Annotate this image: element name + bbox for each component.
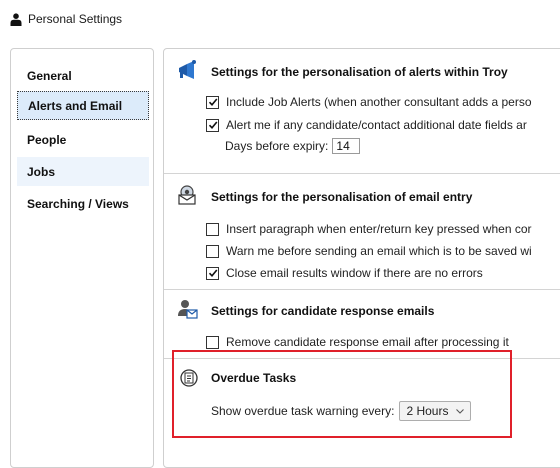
settings-nav: General Alerts and Email People Jobs Sea… xyxy=(10,48,154,468)
days-before-expiry-input[interactable] xyxy=(332,138,361,154)
alert-date-fields-checkbox[interactable] xyxy=(206,118,219,132)
close-results-window-option[interactable]: Close email results window if there are … xyxy=(206,265,483,281)
checkmark-icon xyxy=(208,98,217,107)
nav-item-people[interactable]: People xyxy=(17,125,149,154)
nav-item-searching-views[interactable]: Searching / Views xyxy=(17,189,149,218)
nav-item-label: People xyxy=(27,132,67,147)
nav-item-label: General xyxy=(27,68,72,83)
nav-item-general[interactable]: General xyxy=(17,61,149,90)
days-before-expiry-label: Days before expiry: xyxy=(225,139,329,153)
window-title-bar: Personal Settings xyxy=(10,11,122,27)
nav-item-label: Alerts and Email xyxy=(28,98,123,113)
include-job-alerts-option[interactable]: Include Job Alerts (when another consult… xyxy=(206,94,532,110)
overdue-warning-label: Show overdue task warning every: xyxy=(211,404,395,418)
overdue-warning-row: Show overdue task warning every: 2 Hours xyxy=(211,401,472,421)
overdue-task-icon xyxy=(180,369,198,387)
overdue-section-title: Overdue Tasks xyxy=(211,371,297,385)
days-before-expiry-row: Days before expiry: xyxy=(225,138,361,154)
email-settings-icon xyxy=(178,185,196,205)
overdue-interval-select[interactable]: 2 Hours xyxy=(399,401,472,421)
remove-candidate-response-option[interactable]: Remove candidate response email after pr… xyxy=(206,334,509,350)
checkmark-icon xyxy=(208,121,217,130)
alerts-section-title: Settings for the personalisation of aler… xyxy=(211,65,508,79)
email-section-title: Settings for the personalisation of emai… xyxy=(211,190,473,204)
insert-paragraph-option[interactable]: Insert paragraph when enter/return key p… xyxy=(206,221,532,237)
close-results-window-checkbox[interactable] xyxy=(206,266,219,280)
checkbox-label: Warn me before sending an email which is… xyxy=(226,244,532,258)
chevron-down-icon xyxy=(456,408,465,414)
nav-item-label: Jobs xyxy=(27,164,56,179)
insert-paragraph-checkbox[interactable] xyxy=(206,222,219,236)
checkbox-label: Include Job Alerts (when another consult… xyxy=(226,95,532,109)
checkbox-label: Alert me if any candidate/contact additi… xyxy=(226,118,527,132)
overdue-interval-value: 2 Hours xyxy=(406,404,449,418)
warn-before-sending-option[interactable]: Warn me before sending an email which is… xyxy=(206,243,532,259)
alert-date-fields-option[interactable]: Alert me if any candidate/contact additi… xyxy=(206,117,527,133)
nav-item-jobs[interactable]: Jobs xyxy=(17,157,149,186)
person-icon xyxy=(10,12,22,26)
checkbox-label: Insert paragraph when enter/return key p… xyxy=(226,222,532,236)
include-job-alerts-checkbox[interactable] xyxy=(206,95,219,109)
remove-candidate-response-checkbox[interactable] xyxy=(206,335,219,349)
warn-before-sending-checkbox[interactable] xyxy=(206,244,219,258)
checkmark-icon xyxy=(208,269,217,278)
checkbox-label: Close email results window if there are … xyxy=(226,266,483,280)
section-divider xyxy=(164,173,560,174)
megaphone-icon xyxy=(179,60,196,79)
nav-item-label: Searching / Views xyxy=(27,196,129,211)
window-title: Personal Settings xyxy=(28,12,123,26)
section-divider xyxy=(164,358,560,359)
checkbox-label: Remove candidate response email after pr… xyxy=(226,335,509,349)
candidate-section-title: Settings for candidate response emails xyxy=(211,304,435,318)
section-divider xyxy=(164,289,560,290)
settings-content: Settings for the personalisation of aler… xyxy=(163,48,560,468)
nav-item-alerts-and-email[interactable]: Alerts and Email xyxy=(17,91,149,120)
candidate-response-icon xyxy=(178,300,198,319)
